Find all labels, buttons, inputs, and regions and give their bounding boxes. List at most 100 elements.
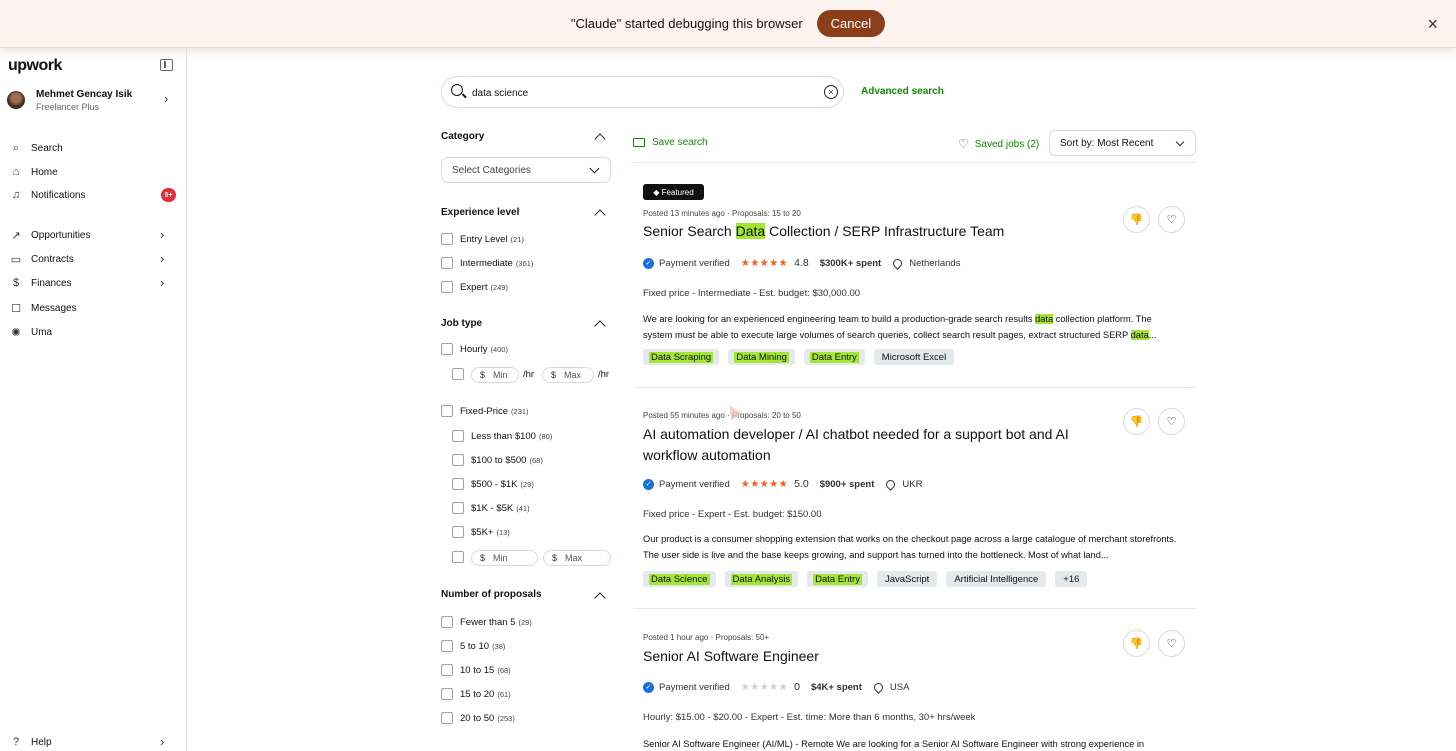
filter-hourly[interactable]: Hourly (400) — [441, 342, 508, 356]
skill-tag[interactable]: Data Mining — [728, 349, 795, 365]
filter-title-proposals: Number of proposals — [441, 589, 542, 600]
checkbox[interactable] — [452, 454, 464, 466]
fixed-min-input[interactable]: $ Min — [471, 550, 538, 566]
job-card[interactable]: ◆ Featured Posted 13 minutes ago · Propo… — [633, 163, 1196, 387]
collapse-sidebar-icon[interactable] — [160, 59, 173, 71]
sidebar-item-search[interactable]: ⌕ Search — [10, 139, 178, 157]
location-icon — [872, 680, 885, 694]
checkbox[interactable] — [452, 478, 464, 490]
filter-fixed-100-500[interactable]: $100 to $500 (68) — [452, 453, 543, 467]
skill-tag[interactable]: Data Entry — [807, 571, 868, 587]
job-title[interactable]: Senior AI Software Engineer — [643, 646, 1093, 667]
hourly-min-input[interactable]: $ Min — [471, 367, 519, 383]
filter-fixed-price[interactable]: Fixed-Price (231) — [441, 404, 529, 418]
filter-expert[interactable]: Expert (249) — [441, 280, 508, 294]
hourly-max-input[interactable]: $ Max — [542, 367, 594, 383]
skill-tag[interactable]: Data Analysis — [724, 571, 799, 587]
save-search-button[interactable]: Save search — [633, 137, 708, 148]
job-title[interactable]: Senior Search Data Collection / SERP Inf… — [643, 221, 1093, 242]
checkbox[interactable] — [441, 343, 453, 355]
rating-stars: ★★★★★ — [740, 681, 789, 693]
category-select[interactable]: Select Categories — [441, 157, 611, 183]
checkbox[interactable] — [441, 257, 453, 269]
cancel-debug-button[interactable]: Cancel — [816, 10, 886, 37]
verified-icon: ✓ — [643, 478, 654, 490]
chevron-up-icon[interactable] — [594, 592, 606, 604]
dislike-button[interactable]: 👎 — [1123, 630, 1150, 657]
close-icon[interactable]: × — [1427, 14, 1438, 35]
checkbox[interactable] — [441, 281, 453, 293]
checkbox[interactable] — [441, 405, 453, 417]
chevron-up-icon[interactable] — [594, 133, 606, 145]
uma-icon: ✺ — [11, 326, 21, 339]
skill-tag[interactable]: Microsoft Excel — [873, 349, 955, 365]
filter-fixed-5k-plus[interactable]: $5K+ (13) — [452, 525, 510, 539]
sidebar-item-contracts[interactable]: ▭ Contracts › — [10, 250, 178, 268]
filter-fixed-1k-5k[interactable]: $1K - $5K (41) — [452, 501, 530, 515]
profile-menu[interactable]: Mehmet Gencay Isik Freelancer Plus › — [7, 87, 177, 113]
save-job-button[interactable]: ♡ — [1158, 408, 1185, 435]
checkbox[interactable] — [441, 712, 453, 724]
save-job-button[interactable]: ♡ — [1158, 630, 1185, 657]
job-budget: Fixed price - Intermediate - Est. budget… — [643, 288, 861, 299]
checkbox[interactable] — [441, 616, 453, 628]
thumbs-down-icon: 👎 — [1129, 214, 1144, 226]
sidebar-item-messages[interactable]: ☐ Messages — [10, 299, 178, 317]
checkbox[interactable] — [452, 526, 464, 538]
profile-plan: Freelancer Plus — [36, 101, 100, 112]
sidebar-item-finances[interactable]: $ Finances › — [10, 274, 178, 292]
notification-badge: 9+ — [161, 188, 176, 202]
search-input[interactable] — [472, 83, 812, 103]
filter-proposals-5-10[interactable]: 5 to 10 (38) — [441, 639, 505, 653]
skill-tag[interactable]: Data Entry — [803, 349, 865, 365]
filter-entry-level[interactable]: Entry Level (21) — [441, 232, 524, 246]
sidebar-item-opportunities[interactable]: ↗ Opportunities › — [10, 226, 178, 244]
checkbox[interactable] — [441, 664, 453, 676]
hourly-range-checkbox[interactable] — [452, 367, 471, 381]
skill-tag[interactable]: JavaScript — [876, 571, 938, 587]
fixed-range-checkbox[interactable] — [452, 550, 471, 564]
dislike-button[interactable]: 👎 — [1123, 408, 1150, 435]
job-card[interactable]: Posted 1 hour ago · Proposals: 50+ Senio… — [633, 609, 1196, 751]
filter-intermediate[interactable]: Intermediate (361) — [441, 256, 533, 270]
filter-proposals-20-50[interactable]: 20 to 50 (253) — [441, 711, 515, 725]
skill-tag[interactable]: Artificial Intelligence — [946, 571, 1047, 587]
filter-fixed-lt100[interactable]: Less than $100 (80) — [452, 429, 552, 443]
sidebar-item-uma[interactable]: ✺ Uma — [10, 323, 178, 341]
more-skills-tag[interactable]: +16 — [1055, 571, 1088, 587]
saved-jobs-link[interactable]: ♡ Saved jobs (2) — [958, 137, 1039, 151]
chevron-up-icon[interactable] — [594, 320, 606, 332]
job-title[interactable]: AI automation developer / AI chatbot nee… — [643, 424, 1093, 466]
filter-proposals-10-15[interactable]: 10 to 15 (68) — [441, 663, 511, 677]
clear-search-icon[interactable]: × — [824, 85, 838, 99]
checkbox[interactable] — [441, 688, 453, 700]
sidebar-item-home[interactable]: ⌂ Home — [10, 163, 178, 181]
checkbox[interactable] — [441, 233, 453, 245]
checkbox[interactable] — [452, 430, 464, 442]
dislike-button[interactable]: 👎 — [1123, 206, 1150, 233]
checkbox[interactable] — [452, 502, 464, 514]
heart-icon: ♡ — [1166, 416, 1177, 428]
skill-tag[interactable]: Data Science — [643, 571, 716, 587]
checkbox[interactable] — [452, 551, 464, 563]
advanced-search-link[interactable]: Advanced search — [861, 86, 944, 97]
job-description: Our product is a consumer shopping exten… — [643, 534, 1177, 560]
sidebar-item-help[interactable]: ? Help › — [10, 733, 178, 751]
chevron-up-icon[interactable] — [594, 209, 606, 221]
search-icon: ⌕ — [12, 141, 20, 154]
filter-title-category: Category — [441, 131, 485, 142]
filter-proposals-lt5[interactable]: Fewer than 5 (29) — [441, 615, 532, 629]
filter-fixed-500-1k[interactable]: $500 - $1K (29) — [452, 477, 534, 491]
job-card[interactable]: Posted 55 minutes ago · Proposals: 20 to… — [633, 388, 1196, 608]
save-job-button[interactable]: ♡ — [1158, 206, 1185, 233]
checkbox[interactable] — [452, 368, 464, 380]
fixed-max-input[interactable]: $ Max — [543, 550, 611, 566]
skill-tag[interactable]: Data Scraping — [643, 349, 720, 365]
hourly-unit: /hr — [523, 369, 535, 380]
dollar-icon: $ — [12, 277, 20, 289]
sidebar-item-notifications[interactable]: ♫ Notifications 9+ — [10, 186, 178, 204]
checkbox[interactable] — [441, 640, 453, 652]
upwork-logo[interactable]: upwork — [8, 57, 62, 75]
sort-select[interactable]: Sort by: Most Recent — [1049, 130, 1196, 156]
filter-proposals-15-20[interactable]: 15 to 20 (61) — [441, 687, 511, 701]
